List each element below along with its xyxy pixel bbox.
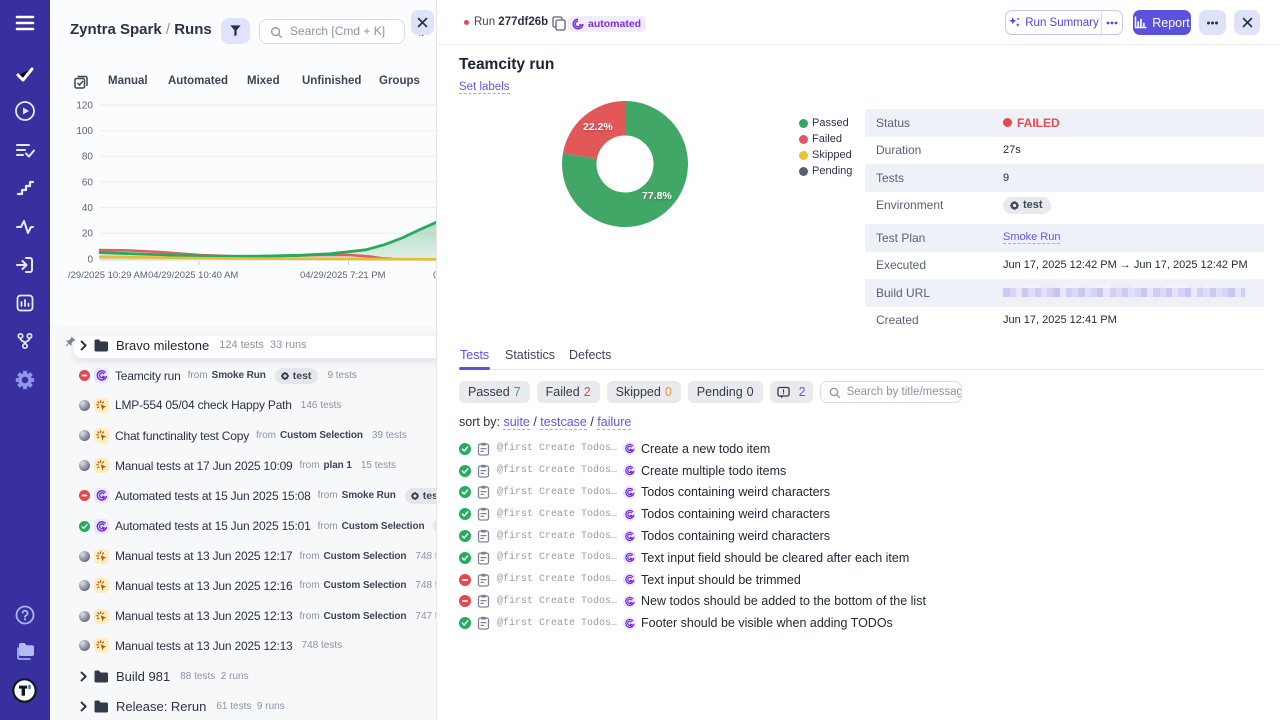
svg-text:40: 40 bbox=[82, 203, 94, 214]
svg-text:120: 120 bbox=[76, 101, 93, 112]
svg-text:100: 100 bbox=[76, 126, 93, 137]
svg-text:/29/2025 10:29 AM: /29/2025 10:29 AM bbox=[68, 270, 148, 281]
svg-text:60: 60 bbox=[82, 177, 94, 188]
svg-text:04: 04 bbox=[433, 270, 437, 281]
svg-text:80: 80 bbox=[82, 152, 94, 163]
svg-text:20: 20 bbox=[82, 229, 94, 240]
svg-text:0: 0 bbox=[87, 254, 93, 265]
svg-text:04/29/2025 10:40 AM: 04/29/2025 10:40 AM bbox=[148, 270, 238, 281]
svg-text:04/29/2025 7:21 PM: 04/29/2025 7:21 PM bbox=[300, 270, 386, 281]
